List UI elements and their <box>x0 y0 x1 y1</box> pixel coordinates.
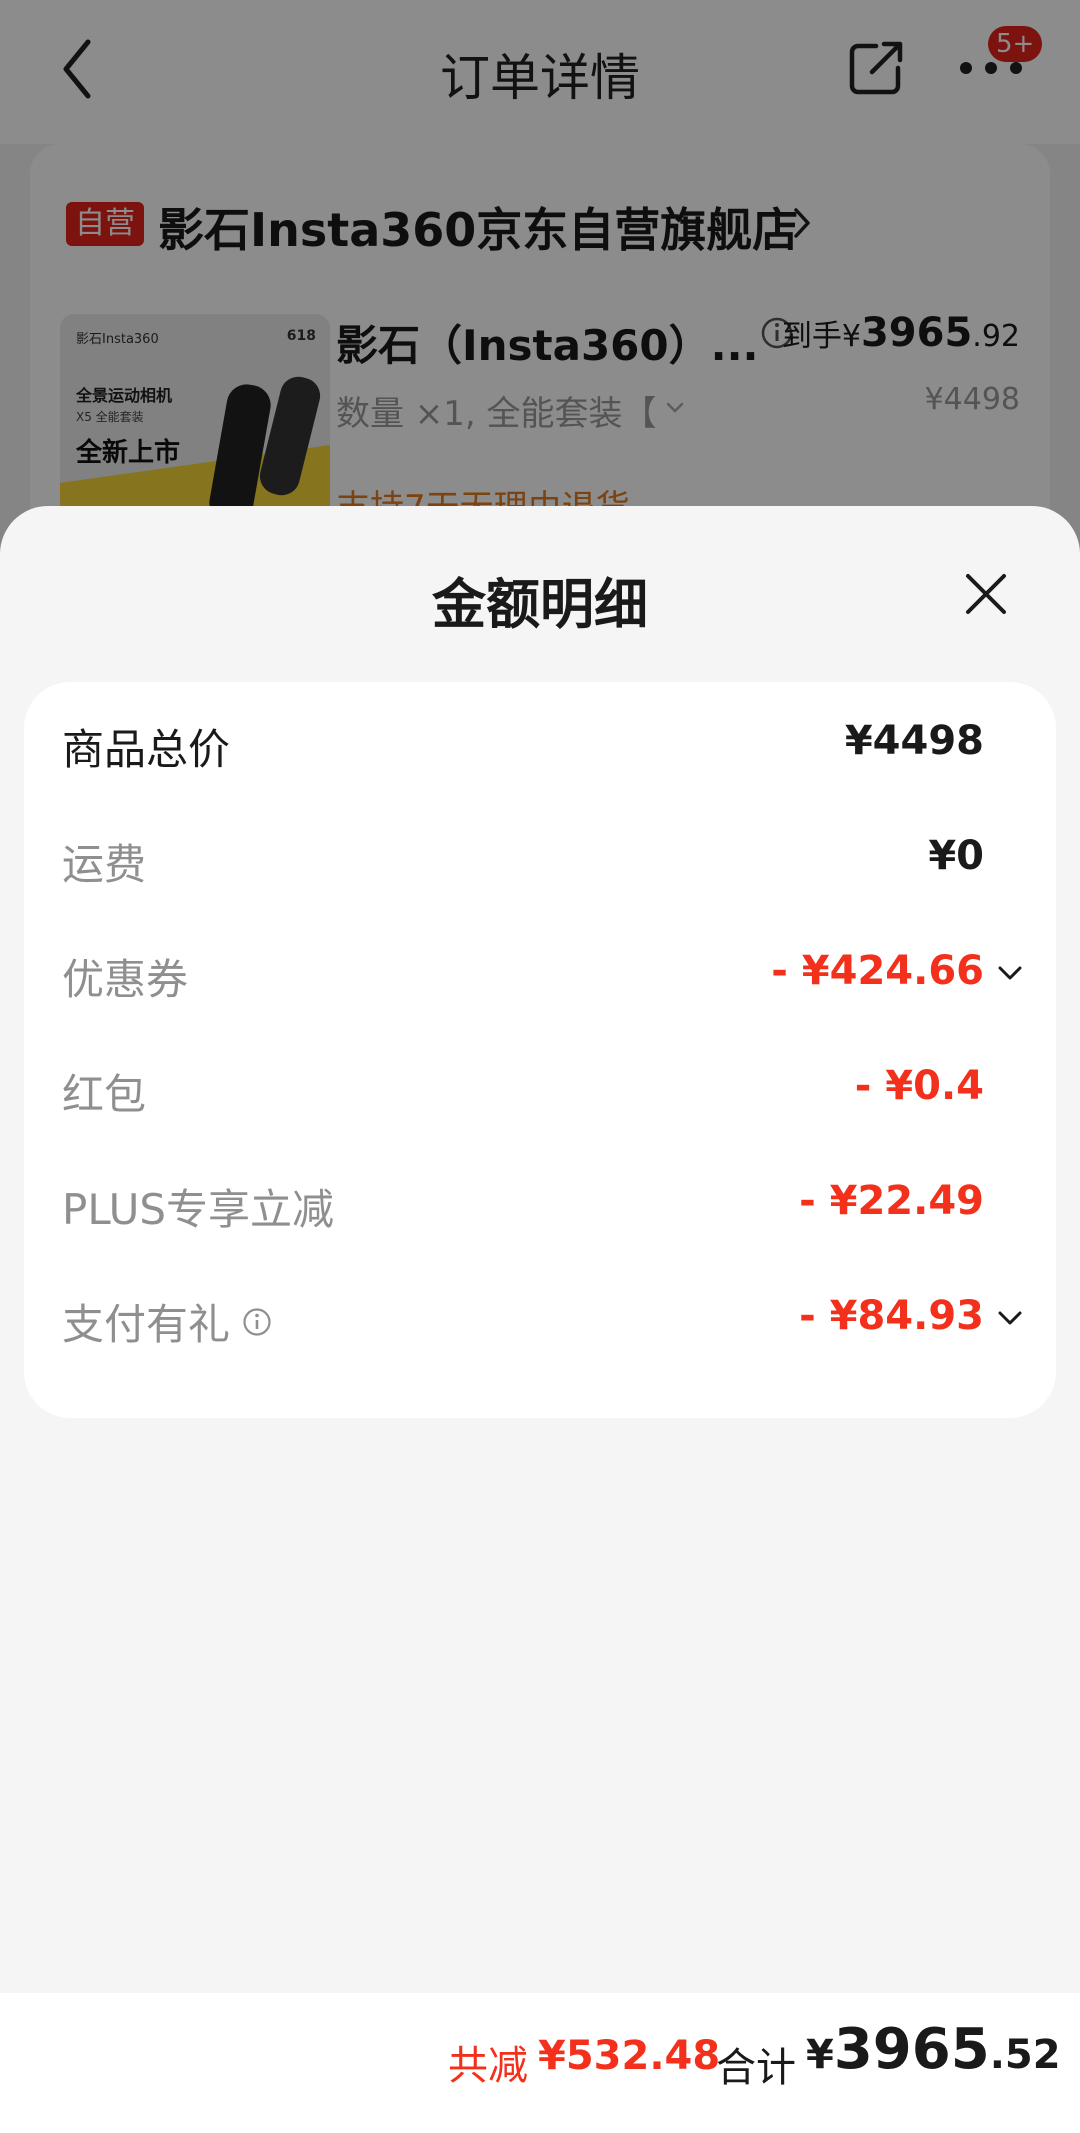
amount-detail-sheet: 金额明细 商品总价 ¥4498 运费 ¥0 优惠券 - ¥424.66 红包 -… <box>0 506 1080 2133</box>
row-label: 红包 <box>62 1070 147 1119</box>
detail-row-shipping: 运费 ¥0 <box>24 797 1056 912</box>
row-label: 运费 <box>62 840 147 889</box>
row-value: - ¥0.4 <box>854 1063 984 1109</box>
row-value: - ¥84.93 <box>799 1293 984 1339</box>
detail-row-plus-discount: PLUS专享立减 - ¥22.49 <box>24 1142 1056 1257</box>
close-icon[interactable] <box>962 570 1010 618</box>
row-value: ¥4498 <box>844 718 984 764</box>
row-label: 商品总价 <box>62 725 231 774</box>
chevron-down-icon[interactable] <box>998 966 1022 980</box>
sum-decimal: .52 <box>989 2032 1061 2078</box>
sum-integer: 3965 <box>833 2017 990 2082</box>
row-label: PLUS专享立减 <box>62 1185 335 1234</box>
row-label: 支付有礼 <box>62 1300 231 1349</box>
detail-row-red-packet: 红包 - ¥0.4 <box>24 1027 1056 1142</box>
detail-row-payment-gift[interactable]: 支付有礼 - ¥84.93 <box>24 1257 1056 1372</box>
sum-label: 合计 <box>716 2045 796 2091</box>
detail-row-coupon[interactable]: 优惠券 - ¥424.66 <box>24 912 1056 1027</box>
row-value: - ¥22.49 <box>799 1178 984 1224</box>
info-icon[interactable] <box>242 1307 272 1337</box>
sum-currency: ¥ <box>806 2032 834 2078</box>
sum-value: ¥3965.52 <box>806 2017 1061 2082</box>
total-reduce-label: 共减 <box>448 2043 528 2089</box>
bottom-total-bar: 共减 ¥532.48 合计 ¥3965.52 <box>0 1993 1080 2133</box>
row-value: ¥0 <box>928 833 984 879</box>
row-label: 优惠券 <box>62 955 189 1004</box>
detail-row-goods-total: 商品总价 ¥4498 <box>24 682 1056 797</box>
amount-detail-card: 商品总价 ¥4498 运费 ¥0 优惠券 - ¥424.66 红包 - ¥0.4… <box>24 682 1056 1418</box>
row-value: - ¥424.66 <box>771 948 984 994</box>
total-reduce-value: ¥532.48 <box>538 2033 721 2079</box>
chevron-down-icon[interactable] <box>998 1311 1022 1325</box>
sheet-title: 金额明细 <box>432 573 648 636</box>
